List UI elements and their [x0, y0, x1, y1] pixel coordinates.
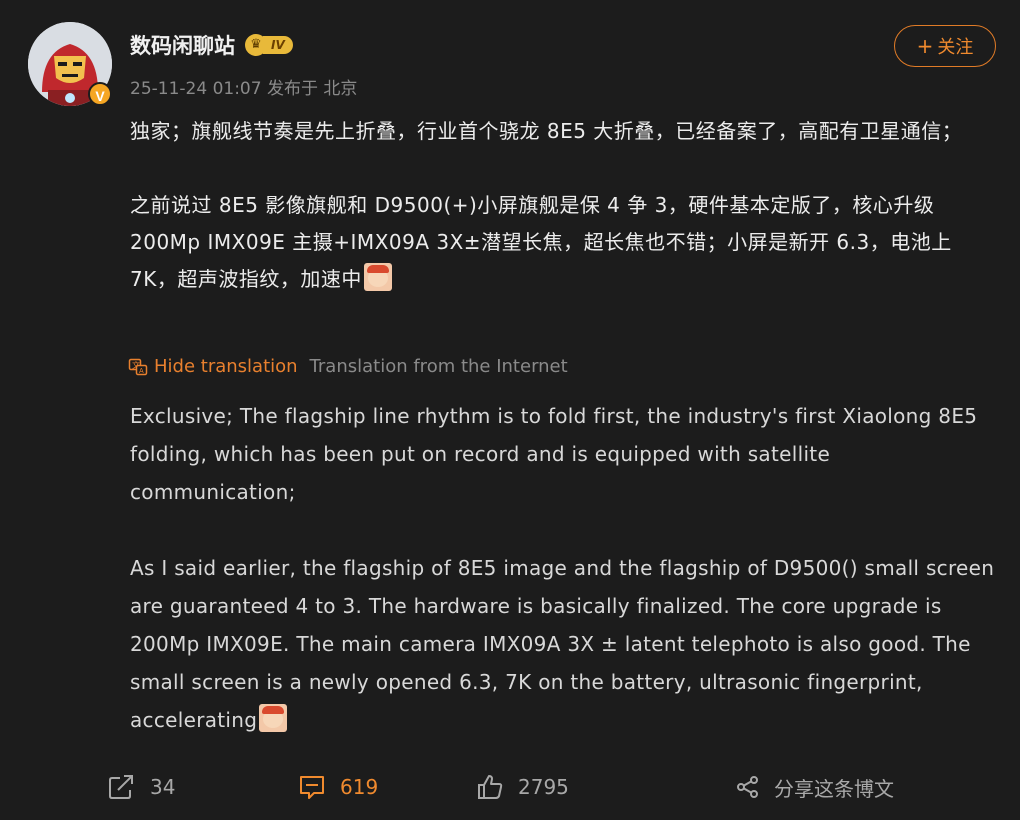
username-text[interactable]: 数码闲聊站 [130, 30, 235, 60]
comment-icon [300, 776, 324, 799]
like-button[interactable]: 2795 [476, 774, 569, 800]
post-location: 发布于 北京 [266, 79, 358, 99]
follow-label: 关注 [937, 37, 974, 58]
comment-count: 619 [340, 775, 379, 799]
comment-button[interactable]: 619 [298, 774, 378, 800]
like-count: 2795 [518, 775, 569, 799]
action-bar: 34 619 2795 分享这条博文 [0, 762, 1020, 812]
level-crown-icon: ♛ [245, 34, 267, 56]
emoji-sticker [259, 704, 288, 732]
post-paragraph-1: 独家；旗舰线节奏是先上折叠，行业首个骁龙 8E5 大折叠，已经备案了，高配有卫星… [130, 119, 963, 143]
translated-body: Exclusive; The flagship line rhythm is t… [130, 397, 995, 739]
plus-icon: + [916, 34, 934, 58]
post-paragraph-2-text: 之前说过 8E5 影像旗舰和 D9500(+)小屏旗舰是保 4 争 3，硬件基本… [130, 193, 952, 291]
translation-bar: 文 A Hide translation Translation from th… [128, 356, 568, 377]
translate-icon: 文 A [128, 358, 148, 375]
post-body: 独家；旗舰线节奏是先上折叠，行业首个骁龙 8E5 大折叠，已经备案了，高配有卫星… [130, 113, 995, 298]
post-paragraph-2: 之前说过 8E5 影像旗舰和 D9500(+)小屏旗舰是保 4 争 3，硬件基本… [130, 187, 995, 298]
emoji-sticker [363, 263, 392, 291]
verified-icon: V [88, 82, 112, 106]
translation-source: Translation from the Internet [309, 356, 568, 377]
level-badge[interactable]: ♛ IV [245, 34, 293, 56]
like-icon [478, 775, 503, 799]
share-icon [737, 776, 758, 798]
share-label: 分享这条博文 [774, 776, 894, 801]
repost-count: 34 [150, 775, 176, 799]
translated-paragraph-1: Exclusive; The flagship line rhythm is t… [130, 404, 978, 504]
svg-text:A: A [139, 368, 144, 375]
level-text: IV [263, 36, 293, 54]
repost-button[interactable]: 34 [108, 774, 175, 800]
hide-translation-link[interactable]: Hide translation [154, 356, 298, 377]
username[interactable]: 数码闲聊站 ♛ IV [130, 30, 293, 60]
translated-paragraph-2: As I said earlier, the flagship of 8E5 i… [130, 549, 995, 739]
share-button[interactable]: 分享这条博文 [736, 773, 894, 802]
follow-button[interactable]: + 关注 [894, 25, 996, 67]
repost-icon [109, 775, 133, 799]
post-meta: 25-11-24 01:07 发布于 北京 [130, 74, 357, 99]
post-timestamp: 25-11-24 01:07 [130, 79, 262, 99]
